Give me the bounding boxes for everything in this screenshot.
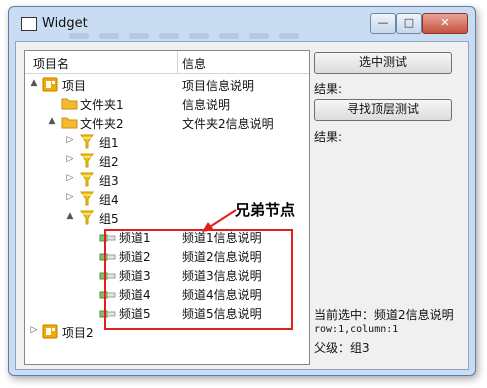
sibling-node-annotation: 兄弟节点 [235, 201, 296, 219]
tree-row[interactable]: ▷ 组2 [25, 151, 309, 170]
minimize-icon: — [377, 16, 389, 29]
blurred-menu-text [279, 33, 299, 39]
expand-arrow-icon[interactable]: ▷ [65, 192, 75, 202]
tree-item-info: 文件夹2信息说明 [182, 117, 274, 131]
blurred-menu-text [99, 33, 119, 39]
tree-item-name: 文件夹2 [80, 117, 124, 131]
select-test-button[interactable]: 选中测试 [314, 52, 452, 74]
tree-item-name: 组1 [99, 136, 119, 150]
window-title: Widget [42, 16, 88, 31]
current-selected-text: 当前选中：频道2信息说明 [314, 308, 454, 322]
expand-arrow-icon[interactable]: ▷ [29, 325, 39, 335]
tree-row[interactable]: ▲ 文件夹2 文件夹2信息说明 [25, 113, 309, 132]
tree-row[interactable]: ▷ 组1 [25, 132, 309, 151]
folder-icon [61, 96, 78, 113]
sibling-highlight-box [104, 229, 293, 330]
tree-item-name: 组4 [99, 193, 119, 207]
title-bar[interactable]: Widget — □ ✕ [9, 7, 475, 41]
header-info[interactable]: 信息 [182, 55, 206, 72]
header-name[interactable]: 项目名 [33, 55, 69, 72]
collapse-arrow-icon[interactable]: ▲ [65, 211, 75, 221]
header-divider[interactable] [177, 51, 178, 73]
expand-arrow-icon[interactable]: ▷ [65, 135, 75, 145]
result2-label: 结果: [314, 130, 343, 144]
close-button[interactable]: ✕ [422, 13, 468, 34]
tree-item-info: 信息说明 [182, 98, 231, 112]
tree-item-info: 项目信息说明 [182, 79, 255, 93]
find-top-test-button[interactable]: 寻找顶层测试 [314, 99, 452, 121]
tree-item-name: 组5 [99, 212, 119, 226]
annotation-arrow-icon [202, 209, 237, 232]
tree-row[interactable]: ▷ 组3 [25, 170, 309, 189]
tree-item-name: 组2 [99, 155, 119, 169]
blurred-menu-text [159, 33, 179, 39]
collapse-arrow-icon[interactable]: ▲ [29, 78, 39, 88]
project-icon [42, 77, 58, 95]
blurred-menu-text [189, 33, 209, 39]
minimize-button[interactable]: — [370, 13, 396, 34]
tree-item-name: 文件夹1 [80, 98, 124, 112]
tree-row[interactable]: ▲ 项目 项目信息说明 [25, 75, 309, 94]
folder-icon [61, 115, 78, 132]
blurred-menu-text [129, 33, 149, 39]
row-column-text: row:1,column:1 [314, 324, 399, 335]
parent-text: 父级：组3 [314, 341, 370, 355]
tree-header: 项目名 信息 [25, 51, 309, 74]
collapse-arrow-icon[interactable]: ▲ [47, 116, 57, 126]
maximize-button[interactable]: □ [396, 13, 422, 34]
expand-arrow-icon[interactable]: ▷ [65, 173, 75, 183]
result1-label: 结果: [314, 82, 343, 96]
project-icon [42, 324, 58, 342]
tree-item-name: 项目 [62, 79, 87, 93]
tree-item-name: 组3 [99, 174, 119, 188]
tree-item-name: 项目2 [62, 326, 94, 340]
maximize-icon: □ [403, 16, 415, 29]
blurred-menu-text [249, 33, 269, 39]
blurred-menu-text [219, 33, 239, 39]
tree-row[interactable]: 文件夹1 信息说明 [25, 94, 309, 113]
blurred-menu-text [69, 33, 89, 39]
expand-arrow-icon[interactable]: ▷ [65, 154, 75, 164]
close-icon: ✕ [440, 16, 450, 29]
window-icon [21, 17, 37, 31]
